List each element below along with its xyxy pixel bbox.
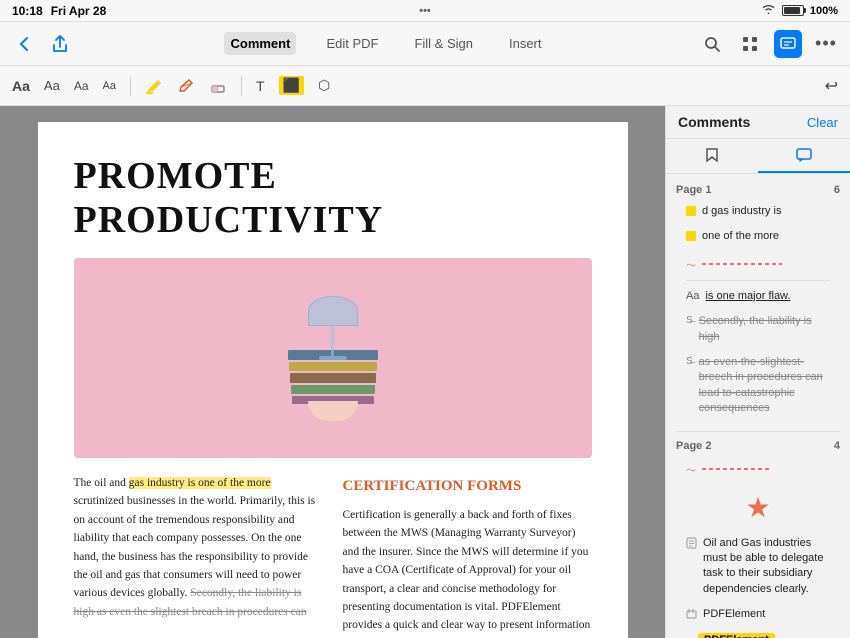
comments-list: Page 1 6 d gas industry is one of the mo… bbox=[666, 174, 850, 638]
text-icon: Aa bbox=[686, 290, 699, 302]
pdf-body: The oil and gas industry is one of the m… bbox=[74, 474, 592, 635]
tab-edit-pdf[interactable]: Edit PDF bbox=[320, 32, 384, 55]
comment-text: Secondly, the liability is high bbox=[699, 314, 830, 345]
comment-item[interactable]: Aa is one major flaw. bbox=[676, 285, 840, 308]
toolbar-right: ••• bbox=[698, 30, 840, 58]
pdf-page: PROMOTE PRODUCTIVITY bbox=[38, 122, 628, 638]
right-panel: Comments Clear Page 1 6 d gas indust bbox=[665, 106, 850, 638]
undo-button[interactable]: ↩ bbox=[825, 76, 838, 96]
pen-tool[interactable] bbox=[177, 78, 195, 94]
page2-section: Page 2 4 〜 ★ Oil and Gas industri bbox=[666, 436, 850, 638]
comment-item[interactable]: PDFElement bbox=[676, 629, 840, 638]
star-container: ★ bbox=[676, 483, 840, 532]
squiggle-bar bbox=[702, 468, 772, 470]
highlight-icon bbox=[686, 231, 696, 241]
dots-menu: ••• bbox=[419, 5, 431, 17]
battery-icon bbox=[782, 5, 804, 17]
comment-item[interactable]: d gas industry is bbox=[676, 200, 840, 223]
star-icon: ★ bbox=[745, 491, 770, 524]
font-normal-button[interactable]: Aa bbox=[44, 78, 60, 93]
squiggle-icon: 〜 bbox=[686, 257, 696, 272]
share-button[interactable] bbox=[46, 30, 74, 58]
comment-item[interactable]: one of the more bbox=[676, 225, 840, 248]
comment-text: as even-the-slightest-breech in procedur… bbox=[699, 355, 830, 417]
main-toolbar: Comment Edit PDF Fill & Sign Insert ••• bbox=[0, 22, 850, 66]
stamp-tool[interactable]: ⬛ bbox=[279, 76, 304, 95]
tab-insert[interactable]: Insert bbox=[503, 32, 548, 55]
date: Fri Apr 28 bbox=[51, 4, 107, 18]
highlight-1: gas industry is one of the more bbox=[129, 477, 271, 489]
comment-text: Oil and Gas industries must be able to d… bbox=[703, 536, 830, 598]
status-left: 10:18 Fri Apr 28 bbox=[12, 4, 106, 18]
label-icon bbox=[686, 608, 697, 623]
more-menu-button[interactable]: ••• bbox=[812, 30, 840, 58]
panel-title: Comments bbox=[678, 114, 750, 130]
pdf-image bbox=[74, 258, 592, 458]
battery-pct: 100% bbox=[810, 5, 838, 17]
tab-bookmarks[interactable] bbox=[666, 139, 758, 173]
page2-label: Page 2 4 bbox=[676, 440, 840, 452]
status-right: 100% bbox=[761, 4, 838, 18]
annotation-bar: Aa Aa Aa Aa T ⬛ ⬡ ↩ bbox=[0, 66, 850, 106]
main-content: PROMOTE PRODUCTIVITY bbox=[0, 106, 850, 638]
separator-2 bbox=[241, 76, 242, 96]
divider bbox=[686, 280, 830, 281]
clear-button[interactable]: Clear bbox=[807, 115, 838, 130]
comment-text: d gas industry is bbox=[702, 204, 781, 219]
pdf-col1: The oil and gas industry is one of the m… bbox=[74, 474, 323, 635]
pdf-col2: CERTIFICATION FORMS Certification is gen… bbox=[343, 474, 592, 635]
shape-tool[interactable]: ⬡ bbox=[318, 77, 330, 94]
comment-item[interactable]: 〜 bbox=[676, 251, 840, 276]
page1-label: Page 1 6 bbox=[676, 184, 840, 196]
col2-text: Certification is generally a back and fo… bbox=[343, 506, 592, 635]
strikethrough-icon: S̶ bbox=[686, 315, 693, 326]
font-bold-button[interactable]: Aa bbox=[12, 78, 30, 94]
col2-title: CERTIFICATION FORMS bbox=[343, 474, 592, 498]
comment-item[interactable]: S̶ Secondly, the liability is high bbox=[676, 310, 840, 349]
pdf-title: PROMOTE PRODUCTIVITY bbox=[74, 154, 592, 242]
back-button[interactable] bbox=[10, 30, 38, 58]
panel-header: Comments Clear bbox=[666, 106, 850, 139]
pdf-area[interactable]: PROMOTE PRODUCTIVITY bbox=[0, 106, 665, 638]
strikethrough-icon: S̶ bbox=[686, 356, 693, 367]
pdfelem-label: PDFElement bbox=[703, 607, 765, 622]
squiggle-bar bbox=[702, 263, 782, 265]
comment-text: one of the more bbox=[702, 229, 779, 244]
highlight-tool[interactable] bbox=[145, 78, 163, 94]
comments-panel-button[interactable] bbox=[774, 30, 802, 58]
toolbar-tabs: Comment Edit PDF Fill & Sign Insert bbox=[224, 32, 547, 55]
page1-section: Page 1 6 d gas industry is one of the mo… bbox=[666, 180, 850, 427]
separator-1 bbox=[130, 76, 131, 96]
comment-item[interactable]: PDFElement bbox=[676, 603, 840, 627]
note-icon bbox=[686, 537, 697, 552]
squiggle-icon: 〜 bbox=[686, 462, 696, 477]
comment-item[interactable]: Oil and Gas industries must be able to d… bbox=[676, 532, 840, 602]
comment-text: is one major flaw. bbox=[705, 289, 790, 304]
wifi-icon bbox=[761, 4, 776, 18]
font-tiny-button[interactable]: Aa bbox=[103, 80, 116, 92]
eraser-tool[interactable] bbox=[209, 78, 227, 94]
time: 10:18 bbox=[12, 4, 43, 18]
search-button[interactable] bbox=[698, 30, 726, 58]
divider bbox=[676, 431, 840, 432]
tab-fill-sign[interactable]: Fill & Sign bbox=[408, 32, 479, 55]
grid-button[interactable] bbox=[736, 30, 764, 58]
highlight-icon bbox=[686, 206, 696, 216]
panel-tabs bbox=[666, 139, 850, 174]
tab-comments[interactable] bbox=[758, 139, 850, 173]
status-bar: 10:18 Fri Apr 28 ••• 100% bbox=[0, 0, 850, 22]
tab-comment[interactable]: Comment bbox=[224, 32, 296, 55]
pdfelem-tag: PDFElement bbox=[698, 633, 775, 638]
comment-item[interactable]: S̶ as even-the-slightest-breech in proce… bbox=[676, 351, 840, 421]
strikethrough-1: Secondly, the liability is high as even … bbox=[74, 587, 307, 617]
text-tool[interactable]: T bbox=[256, 78, 265, 94]
font-small-button[interactable]: Aa bbox=[74, 79, 89, 93]
comment-item[interactable]: 〜 bbox=[676, 456, 840, 481]
